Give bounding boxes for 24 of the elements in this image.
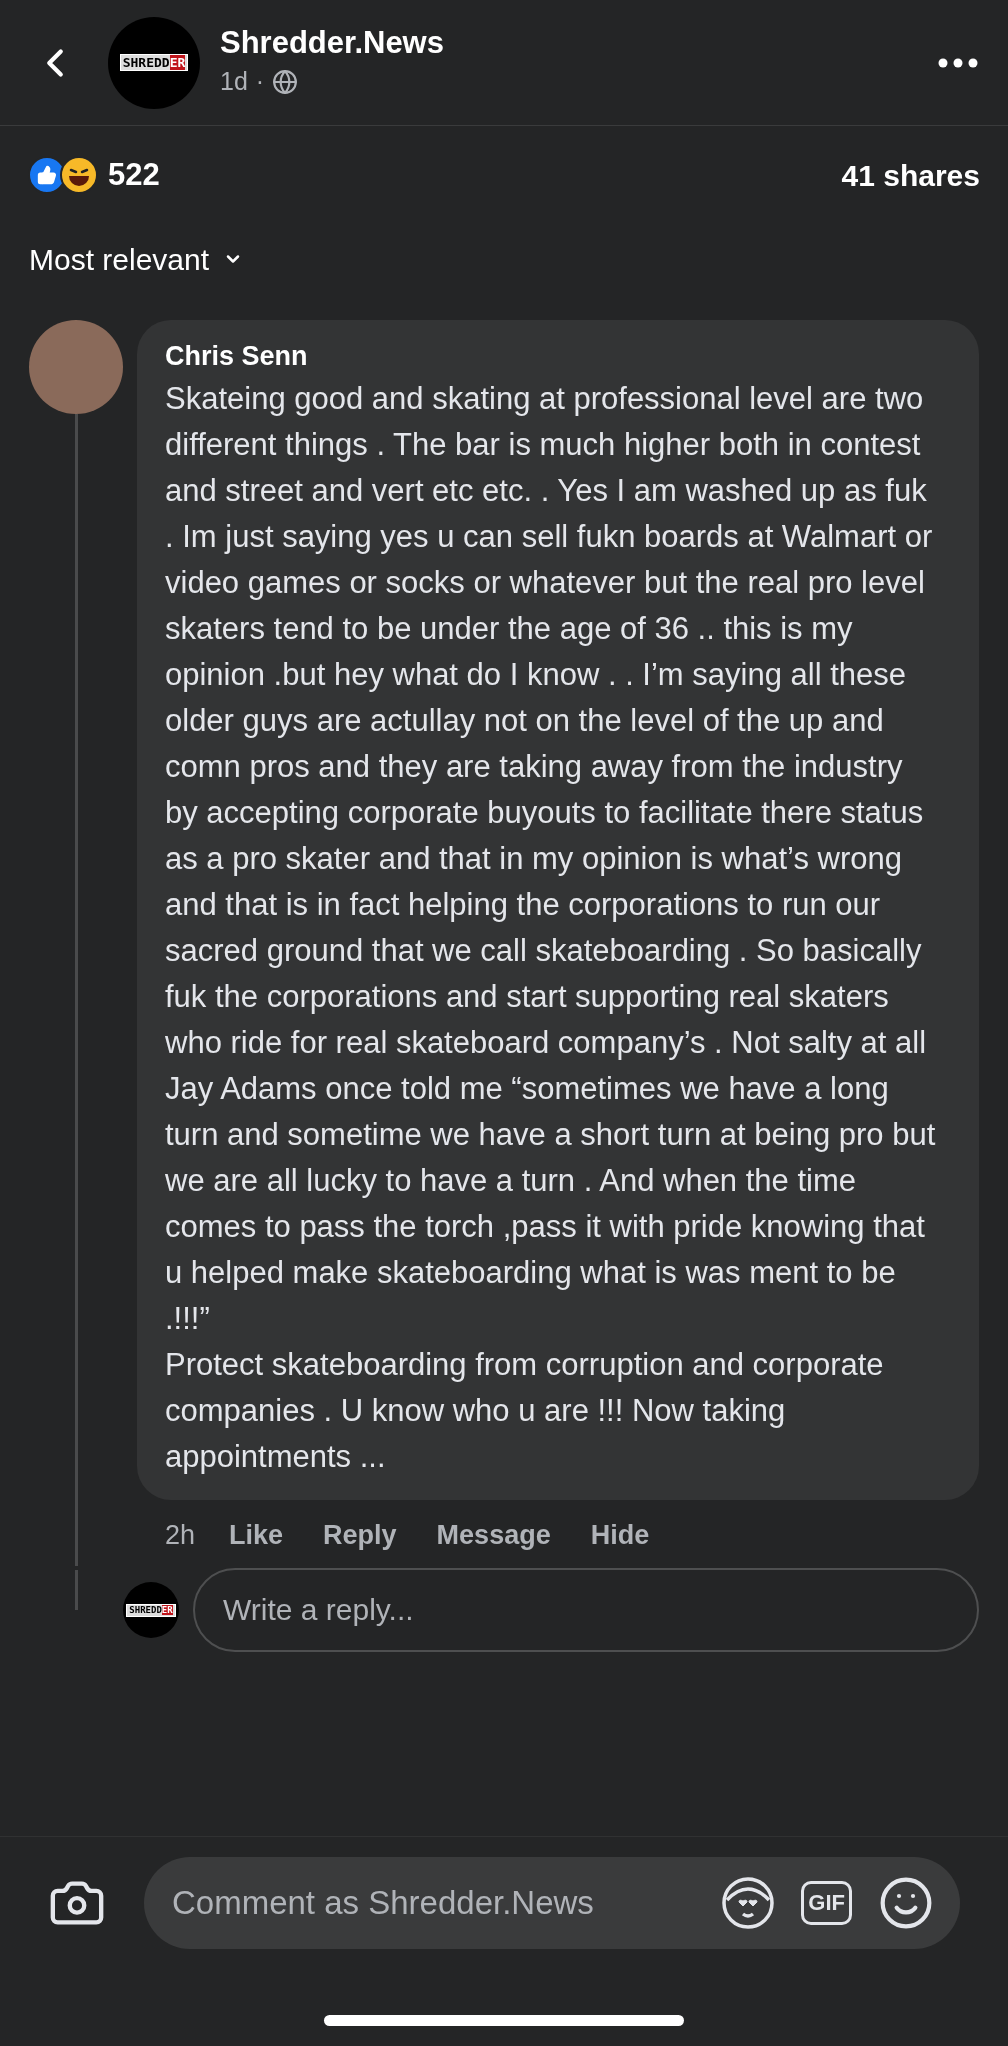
comment-action[interactable]: Hide xyxy=(590,1514,650,1556)
comment-action[interactable]: Message xyxy=(436,1514,551,1556)
comment-action[interactable]: Like xyxy=(229,1514,284,1556)
avatar-sticker-icon xyxy=(721,1876,776,1930)
globe-icon xyxy=(272,68,299,95)
comment-time: 2h xyxy=(165,1518,196,1552)
page-name[interactable]: Shredder.News xyxy=(220,24,444,64)
emoji-icon[interactable] xyxy=(878,1875,934,1931)
gif-button[interactable]: GIF xyxy=(801,1881,852,1925)
comment-action[interactable]: Reply xyxy=(323,1514,397,1556)
comment-placeholder: Comment as Shredder.News xyxy=(172,1883,594,1924)
share-count[interactable]: 41 shares xyxy=(841,152,980,198)
more-icon xyxy=(938,57,978,68)
comment-author[interactable]: Chris Senn xyxy=(165,336,943,376)
reaction-count[interactable]: 522 xyxy=(108,151,160,199)
more-button[interactable] xyxy=(938,57,978,68)
laughing-face-icon xyxy=(60,156,98,194)
comment-field[interactable]: Comment as Shredder.News GIF xyxy=(144,1857,960,1949)
separator-dot: · xyxy=(255,66,265,98)
logo-text: SHREDDER xyxy=(119,54,189,71)
post-time: 1d xyxy=(220,66,248,98)
comment-text: Skateing good and skating at professional level are two different things . The bar is much higher both in contest and street and vert etc etc. . Yes I am washed up as fuk . Im just saying yes u can sell fukn boards at Walmart or video games or socks or whatever but the real pro level skaters tend to be under the age of 36 .. this is my opinion .but hey what do I know . . I’m saying all these older guys are actullay not on the level of the up and comn pros and they are taking away from the industry by accepting corporate buyouts to facilitate there status as a pro skater and that in my opinion is what’s wrong and that is in fact helping the corporations to run our sacred ground that we call skateboarding . So basically fuk the corporations and start supporting real skaters who ride for real skateboard company’s . Not salty at all Jay Adams once told me “sometimes we have a long turn and sometime we have a short turn at being pro but we are all lucky to have a turn . And when the time comes to pass the torch ,pass it with pride knowing that u helped make skateboarding what is was ment to be .!!!” Protect skateboarding from corruption and corporate companies . U know who u are !!! Now taking appointments ... xyxy=(165,380,937,1476)
sort-dropdown[interactable]: Most relevant xyxy=(0,228,273,290)
reply-field[interactable]: Write a reply... xyxy=(193,1568,979,1652)
